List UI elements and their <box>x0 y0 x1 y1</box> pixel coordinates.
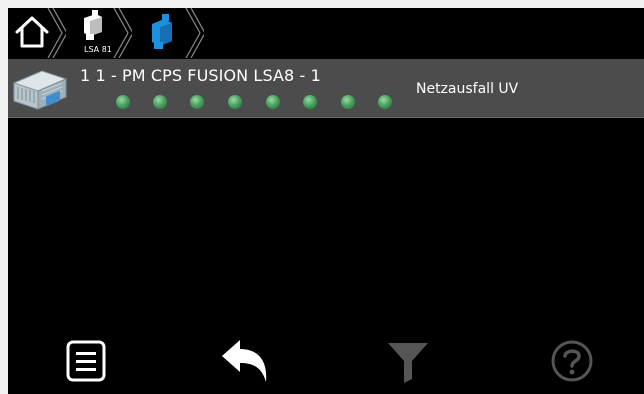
status-led-group <box>8 59 408 117</box>
status-led <box>303 95 317 109</box>
status-led <box>153 95 167 109</box>
help-button[interactable] <box>542 336 602 386</box>
status-led <box>378 95 392 109</box>
status-led <box>116 95 130 109</box>
back-arrow-icon <box>222 340 267 382</box>
help-icon <box>551 340 593 382</box>
list-item[interactable]: 1 1 - PM CPS FUSION LSA8 - 1 Netzausfall… <box>8 59 644 118</box>
row-status: Netzausfall UV <box>416 81 519 97</box>
filter-icon <box>388 343 428 383</box>
back-button[interactable] <box>216 336 276 386</box>
screen: LSA 81 1 1 - PM CPS FUSION LSA8 - 1 Netz… <box>8 8 644 394</box>
bottom-toolbar <box>8 324 644 394</box>
chevron-separator-icon <box>185 8 204 58</box>
status-led <box>341 95 355 109</box>
filter-button[interactable] <box>378 336 438 386</box>
breadcrumb-item-label: LSA 81 <box>84 45 112 54</box>
status-led <box>228 95 242 109</box>
list-button[interactable] <box>56 336 116 386</box>
breadcrumb: LSA 81 <box>8 8 644 58</box>
status-led <box>266 95 280 109</box>
status-led <box>190 95 204 109</box>
list-icon <box>66 340 106 382</box>
